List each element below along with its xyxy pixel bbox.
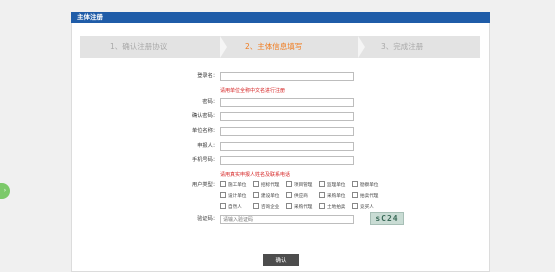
checkbox[interactable] — [286, 203, 292, 209]
checkbox[interactable] — [220, 192, 226, 198]
step-separator — [358, 36, 365, 58]
checkbox[interactable] — [220, 181, 226, 187]
step-3: 3、完成注册 — [381, 42, 424, 51]
password-input[interactable] — [220, 98, 354, 107]
arrow-icon: › — [3, 187, 7, 194]
confirm-button[interactable]: 确认 — [263, 254, 299, 266]
login-name-label: 登录名： — [197, 73, 218, 79]
user-type-option[interactable]: 咨询企业 — [253, 203, 279, 212]
user-type-option[interactable]: 监理单位 — [319, 181, 345, 190]
user-type-option[interactable]: 建设单位 — [253, 192, 279, 201]
user-type-option[interactable]: 勘察单位 — [352, 181, 378, 190]
checkbox[interactable] — [286, 181, 292, 187]
user-type-option[interactable]: 竞买人 — [352, 203, 374, 212]
panel-title: 主体注册 — [71, 12, 490, 23]
phone-label: 手机号码： — [192, 157, 218, 163]
user-type-label: 用户类型： — [192, 182, 218, 188]
user-type-option[interactable]: 施工单位 — [220, 181, 246, 190]
org-name-label: 单位名称： — [192, 128, 218, 134]
checkbox[interactable] — [352, 203, 358, 209]
checkbox[interactable] — [253, 192, 259, 198]
reporter-hint: 请用真实申报人姓名及联系电话 — [220, 172, 291, 178]
reporter-label: 申报人： — [197, 143, 218, 149]
checkbox[interactable] — [319, 192, 325, 198]
checkbox[interactable] — [319, 181, 325, 187]
user-type-option[interactable]: 土地拍卖 — [319, 203, 345, 212]
checkbox[interactable] — [352, 192, 358, 198]
step-2-active: 2、主体信息填写 — [245, 42, 303, 51]
step-1: 1、确认注册协议 — [110, 42, 168, 51]
checkbox[interactable] — [253, 203, 259, 209]
user-type-option[interactable]: 采购代理 — [286, 203, 312, 212]
phone-input[interactable] — [220, 156, 354, 165]
checkbox[interactable] — [319, 203, 325, 209]
captcha-input[interactable] — [220, 215, 354, 224]
captcha-image[interactable]: sC24 — [370, 212, 404, 225]
user-type-option[interactable]: 采购单位 — [319, 192, 345, 201]
checkbox[interactable] — [220, 203, 226, 209]
user-type-option[interactable]: 供应商 — [286, 192, 308, 201]
user-type-option[interactable]: 项目管理 — [286, 181, 312, 190]
name-hint: 请用单位全称中文名进行注册 — [220, 88, 286, 94]
user-type-option[interactable]: 拍卖代理 — [352, 192, 378, 201]
user-type-option[interactable]: 自然人 — [220, 203, 242, 212]
checkbox[interactable] — [286, 192, 292, 198]
step-separator — [220, 36, 227, 58]
confirm-password-label: 确认密码： — [192, 113, 218, 119]
confirm-password-input[interactable] — [220, 112, 354, 121]
step-indicator: 1、确认注册协议 2、主体信息填写 3、完成注册 — [80, 36, 480, 58]
password-label: 密码： — [202, 99, 218, 105]
checkbox[interactable] — [253, 181, 259, 187]
org-name-input[interactable] — [220, 127, 354, 136]
captcha-label: 验证码： — [197, 216, 218, 222]
checkbox[interactable] — [352, 181, 358, 187]
login-name-input[interactable] — [220, 72, 354, 81]
reporter-input[interactable] — [220, 142, 354, 151]
user-type-option[interactable]: 招标代理 — [253, 181, 279, 190]
user-type-option[interactable]: 设计单位 — [220, 192, 246, 201]
